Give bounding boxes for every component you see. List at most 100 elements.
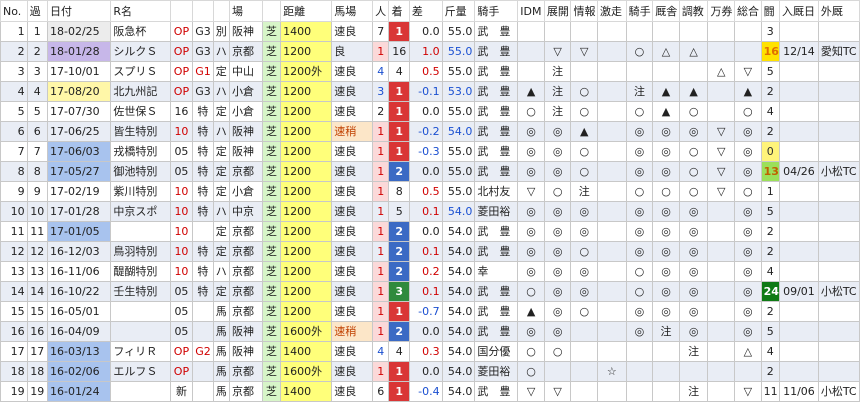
longshot-mark	[707, 361, 736, 382]
column-header[interactable]: 調教	[678, 0, 709, 22]
table-row[interactable]: 7 7 17-06/03 戎橋特別 05 特定阪神芝 1200 速良 1 1 -0.3 55.0 武 豊…	[0, 141, 860, 162]
column-header[interactable]: 差	[408, 0, 443, 22]
info-mark	[570, 21, 599, 42]
popularity: 4	[372, 61, 390, 82]
race-condition: 馬	[212, 361, 230, 382]
column-header[interactable]: 斤量	[441, 0, 476, 22]
going: 速良	[331, 81, 374, 102]
column-header[interactable]: 闘	[760, 0, 781, 22]
jockey-name: 菱田裕	[474, 201, 519, 222]
column-header[interactable]: No.	[0, 0, 28, 22]
longshot-mark	[707, 321, 736, 342]
column-header[interactable]: 激走	[597, 0, 627, 22]
column-header[interactable]: 厩舎	[652, 0, 680, 22]
column-header[interactable]: 万券	[707, 0, 736, 22]
popularity: 1	[372, 121, 390, 142]
column-header[interactable]: 総合	[734, 0, 762, 22]
idm-mark: ○	[517, 101, 545, 122]
column-header[interactable]	[212, 0, 230, 22]
race-name: 北九州記	[110, 81, 171, 102]
column-header[interactable]: IDM	[517, 0, 545, 22]
column-header[interactable]: 展開	[543, 0, 572, 22]
table-row[interactable]: 11 11 17-01/05 10 定京都芝 1200 速良 1 2 0.0 54.0 武 豊 ◎ ◎ ◎ ◎…	[0, 221, 860, 242]
jockey-mark: ◎	[625, 221, 654, 242]
rest-weeks: 1	[760, 181, 781, 202]
table-row[interactable]: 17 17 16-03/13 フィリＲ OP G2 馬阪神芝 1400 速良 4 4 0.3 54.0 国…	[0, 341, 860, 362]
info-mark: ◎	[570, 261, 599, 282]
racecourse: 京都	[228, 261, 263, 282]
training-mark: ○	[678, 141, 709, 162]
table-row[interactable]: 3 3 17-10/01 スプリＳ OP G1 定中山芝 1200外 速良 4 4 0.5 55.0 武 …	[0, 61, 860, 82]
popularity: 2	[372, 101, 390, 122]
table-row[interactable]: 2 2 18-01/28 シルクＳ OP G3 ハ京都芝 1200 良 1 16 1.0 55.0 武 豊…	[0, 41, 860, 62]
training-mark: 注	[678, 381, 709, 402]
table-row[interactable]: 4 4 17-08/20 北九州記 OP G3 ハ小倉芝 1200 速良 3 1 -0.1 53.0 武 …	[0, 81, 860, 102]
table-row[interactable]: 5 5 17-07/30 佐世保Ｓ 16 特定小倉芝 1200 速良 2 1 0.0 55.0 武 豊 ○…	[0, 101, 860, 122]
table-row[interactable]: 18 18 16-02/06 エルフＳ OP 馬京都芝 1600外 速良 1 1 0.0 54.0 菱田…	[0, 361, 860, 382]
table-row[interactable]: 15 15 16-05/01 05 馬京都芝 1200 速良 1 1 -0.7 54.0 武 豊 ▲ ◎ ○…	[0, 301, 860, 322]
training-mark: 注	[678, 341, 709, 362]
race-count: 18	[26, 361, 49, 382]
pace-mark	[543, 361, 572, 382]
table-row[interactable]: 14 14 16-10/22 壬生特別 05 特定京都芝 1200 速良 1 3 0.1 54.0 武 …	[0, 281, 860, 302]
table-row[interactable]: 16 16 16-04/09 05 馬阪神芝 1600外 速稍 1 2 0.0 54.0 武 豊 ◎ ◎ ◎…	[0, 321, 860, 342]
stable-entry-date	[779, 61, 819, 82]
jockey-mark: ○	[625, 181, 654, 202]
race-condition: ハ	[212, 81, 230, 102]
table-row[interactable]: 9 9 17-02/19 紫川特別 10 特定小倉芝 1200 速良 1 8 0.5 55.0 北村友 ▽…	[0, 181, 860, 202]
table-row[interactable]: 19 19 16-01/24 新馬京都芝 1400 速良 6 1 -0.4 54.0 武 豊 ▽ ▽ 注 ▽…	[0, 381, 860, 402]
column-header[interactable]: 場	[228, 0, 263, 22]
gekiso-mark	[597, 181, 627, 202]
column-header[interactable]	[192, 0, 214, 22]
popularity: 1	[372, 281, 390, 302]
stable-entry-date	[779, 181, 819, 202]
race-count: 4	[26, 81, 49, 102]
longshot-mark: ▽	[707, 141, 736, 162]
rest-weeks: 11	[760, 381, 781, 402]
race-date: 17-07/30	[47, 101, 112, 122]
finish-position: 2	[388, 161, 410, 182]
table-row[interactable]: 12 12 16-12/03 鳥羽特別 10 特定京都芝 1200 速良 1 2 0.1 54.0 武 …	[0, 241, 860, 262]
race-class: 05	[169, 281, 194, 302]
table-row[interactable]: 1 1 18-02/25 阪急杯 OP G3 別阪神芝 1400 速良 7 1 0.0 55.0 武 豊3	[0, 21, 860, 42]
gekiso-mark	[597, 101, 627, 122]
idm-mark: ◎	[517, 261, 545, 282]
column-header[interactable]: 過	[26, 0, 49, 22]
finish-position: 4	[388, 341, 410, 362]
jockey-name: 武 豊	[474, 241, 519, 262]
race-condition: 馬	[212, 321, 230, 342]
column-header[interactable]	[261, 0, 282, 22]
table-row[interactable]: 6 6 17-06/25 皆生特別 10 特ハ阪神芝 1200 速稍 1 1 -0.2 54.0 武 豊…	[0, 121, 860, 142]
race-name: 皆生特別	[110, 121, 171, 142]
idm-mark: ◎	[517, 221, 545, 242]
table-row[interactable]: 10 10 17-01/28 中京スポ 10 特ハ中京芝 1200 速良 1 5 0.1 54.0 菱田…	[0, 201, 860, 222]
column-header[interactable]: 入厩日	[779, 0, 819, 22]
column-header[interactable]: 日付	[47, 0, 112, 22]
overall-mark: ○	[734, 101, 762, 122]
overall-mark	[734, 41, 762, 62]
going: 速良	[331, 281, 374, 302]
rest-weeks: 13	[760, 161, 781, 182]
column-header[interactable]: 騎手	[625, 0, 654, 22]
table-row[interactable]: 13 13 16-11/06 醍醐特別 10 特ハ京都芝 1200 速良 1 2 0.2 54.0 幸 ◎…	[0, 261, 860, 282]
race-condition: ハ	[212, 201, 230, 222]
table-row[interactable]: 8 8 17-05/27 御池特別 05 特定京都芝 1200 速良 1 2 0.0 55.0 武 豊 ◎…	[0, 161, 860, 182]
column-header[interactable]: 馬場	[331, 0, 374, 22]
column-header[interactable]: 外厩	[817, 0, 860, 22]
finish-position: 1	[388, 121, 410, 142]
column-header[interactable]	[169, 0, 194, 22]
column-header[interactable]: 距離	[280, 0, 333, 22]
column-header[interactable]: 着	[388, 0, 410, 22]
race-grade: 特	[192, 181, 214, 202]
column-header[interactable]: 人	[372, 0, 390, 22]
column-header[interactable]: 情報	[570, 0, 599, 22]
race-grade: 特	[192, 201, 214, 222]
finish-position: 1	[388, 361, 410, 382]
info-mark	[570, 61, 599, 82]
track-surface: 芝	[261, 161, 282, 182]
going: 速稍	[331, 321, 374, 342]
racecourse: 小倉	[228, 81, 263, 102]
time-difference: 0.0	[408, 321, 443, 342]
column-header[interactable]: 騎手	[474, 0, 519, 22]
column-header[interactable]: R名	[110, 0, 171, 22]
